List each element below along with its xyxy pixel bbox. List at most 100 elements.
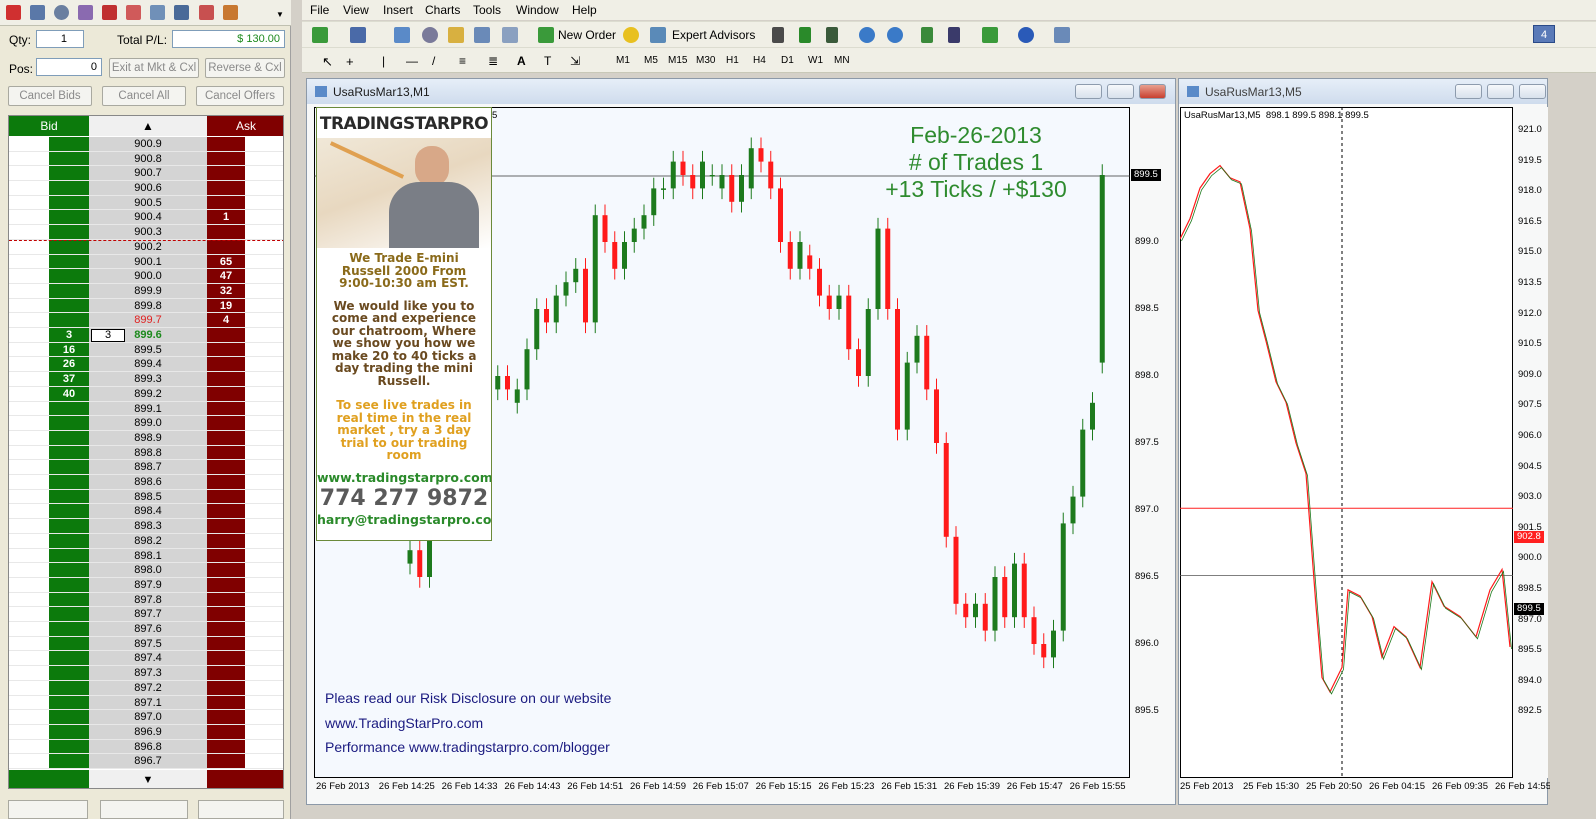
tester-icon[interactable] [502,27,518,43]
new-order-icon[interactable] [538,27,554,43]
ask-size-cell[interactable] [207,504,245,519]
zoom-out-icon[interactable] [887,27,903,43]
bid-size-cell[interactable] [49,666,89,680]
bid-size-cell[interactable] [49,225,89,239]
ask-size-cell[interactable] [207,416,245,430]
ladder-row[interactable]: 897.7 [9,607,283,622]
bid-size-cell[interactable] [49,724,89,739]
bid-size-cell[interactable]: 37 [49,372,89,386]
ask-size-cell[interactable] [207,519,245,533]
bid-size-cell[interactable]: 40 [49,386,89,401]
bid-size-cell[interactable] [49,754,89,768]
ask-size-cell[interactable] [207,592,245,607]
exit-at-market-button[interactable]: Exit at Mkt & Cxl [109,58,199,78]
menu-tools[interactable]: Tools [473,3,501,17]
ladder-row[interactable]: 896.9 [9,724,283,740]
cancel-offers-button[interactable]: Cancel Offers [196,86,284,106]
close-button[interactable] [1519,84,1546,99]
bid-size-cell[interactable] [49,254,89,269]
bid-size-cell[interactable] [49,195,89,210]
ladder-row[interactable]: 900.2 [9,239,283,255]
ladder-row[interactable]: 897.2 [9,680,283,696]
terminal-icon[interactable] [474,27,490,43]
bid-size-cell[interactable] [49,636,89,651]
ask-size-cell[interactable] [207,430,245,445]
horizontal-line-icon[interactable]: — [406,54,418,68]
scroll-up-arrow[interactable]: ▲ [89,116,207,136]
bid-size-cell[interactable] [49,592,89,607]
ask-size-cell[interactable] [207,622,245,636]
ladder-row[interactable]: 897.5 [9,636,283,652]
tools-icon[interactable] [198,5,214,20]
close-button[interactable] [1139,84,1166,99]
maximize-button[interactable] [1487,84,1514,99]
working-order-cell[interactable]: 3 [91,329,125,342]
chart-window-m1-titlebar[interactable]: UsaRusMar13,M1 [307,79,1175,104]
scroll-down-arrow[interactable]: ▼ [89,770,207,788]
folder-icon[interactable] [448,27,464,43]
ask-size-cell[interactable] [207,475,245,489]
ladder-row[interactable]: 898.3 [9,519,283,534]
ask-size-cell[interactable] [207,680,245,695]
autoscroll-icon[interactable] [948,27,960,43]
minimize-button[interactable] [1455,84,1482,99]
menu-charts[interactable]: Charts [425,3,460,17]
ask-size-cell[interactable] [207,651,245,666]
ask-size-cell[interactable] [207,386,245,401]
report-icon[interactable] [102,5,118,20]
ladder-row[interactable]: 899.7 4 [9,313,283,329]
ask-size-cell[interactable] [207,460,245,475]
cancel-bids-button[interactable]: Cancel Bids [8,86,92,106]
ask-size-cell[interactable] [207,489,245,504]
expert-advisors-button[interactable]: Expert Advisors [672,28,755,42]
ladder-row[interactable]: 898.4 [9,504,283,520]
text-icon[interactable]: A [517,54,526,68]
bid-size-cell[interactable] [49,137,89,151]
ask-size-cell[interactable] [207,166,245,181]
ladder-row[interactable]: 897.0 [9,710,283,725]
bid-size-cell[interactable] [49,533,89,548]
cursor-icon[interactable]: ↖ [322,54,333,70]
ask-size-cell[interactable]: 4 [207,313,245,328]
ladder-row[interactable]: 900.0 47 [9,269,283,284]
reverse-button[interactable]: Reverse & Cxl [205,58,285,78]
fibonacci-icon[interactable]: ≣ [488,54,498,68]
ladder-row[interactable]: 897.1 [9,695,283,711]
bid-size-cell[interactable] [49,710,89,724]
ladder-row[interactable]: 900.6 [9,181,283,196]
ladder-row[interactable]: 900.9 [9,137,283,152]
minimize-button[interactable] [1075,84,1102,99]
ask-size-cell[interactable]: 19 [207,298,245,313]
chart-window-m5-titlebar[interactable]: UsaRusMar13,M5 [1179,79,1547,104]
timeframe-m30[interactable]: M30 [696,55,715,66]
pin-icon[interactable] [6,5,21,20]
menu-view[interactable]: View [343,3,369,17]
chart-shift-icon[interactable] [921,27,933,43]
dropdown-icon[interactable]: ▼ [276,10,284,19]
ladder-row[interactable]: 898.9 [9,430,283,446]
ask-size-cell[interactable] [207,342,245,357]
advertisement-banner[interactable]: TRADINGSTARPRO We Trade E-mini Russell 2… [316,107,492,541]
timeframe-h1[interactable]: H1 [726,55,739,66]
bid-size-cell[interactable] [49,269,89,283]
market-watch-icon[interactable] [394,27,410,43]
bid-size-cell[interactable] [49,181,89,195]
timeframe-m15[interactable]: M15 [668,55,687,66]
ladder-row[interactable]: 16 899.5 [9,342,283,358]
ladder-row[interactable]: 900.7 [9,166,283,182]
bid-size-cell[interactable] [49,504,89,519]
bid-size-cell[interactable] [49,445,89,460]
bid-size-cell[interactable] [49,489,89,504]
ladder-row[interactable]: 898.7 [9,460,283,476]
ladder-row[interactable]: 900.1 65 [9,254,283,270]
templates-icon[interactable] [1054,27,1070,43]
ladder-row[interactable]: 896.8 [9,739,283,755]
ladder-row[interactable]: 898.0 [9,563,283,578]
bid-size-cell[interactable] [49,563,89,577]
ask-size-cell[interactable] [207,195,245,210]
bid-size-cell[interactable] [49,283,89,298]
timeframe-w1[interactable]: W1 [808,55,823,66]
bid-size-cell[interactable] [49,416,89,430]
ask-size-cell[interactable] [207,666,245,680]
timeframe-mn[interactable]: MN [834,55,850,66]
